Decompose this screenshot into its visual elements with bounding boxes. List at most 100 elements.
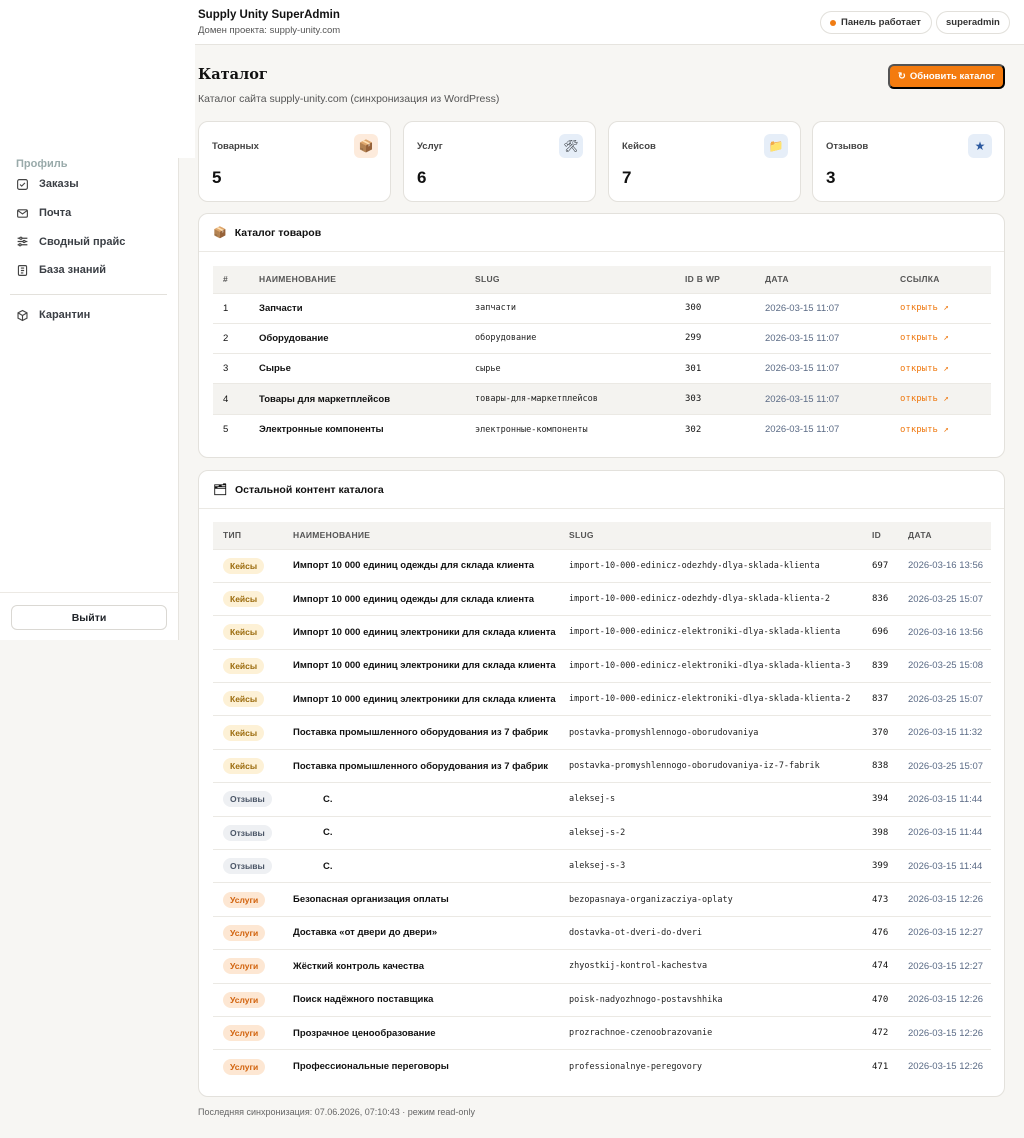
panel-header: 🗂 Остальной контент каталога	[199, 471, 1004, 509]
item-slug: postavka-promyshlennogo-oborudovaniya-iz…	[559, 748, 862, 783]
item-name: Товары для маркетплейсов	[249, 383, 465, 415]
type-badge: Кейсы	[223, 657, 265, 674]
status-badge: Панель работает	[820, 11, 932, 34]
item-name: С.	[283, 849, 559, 883]
open-link[interactable]: открыть ↗	[890, 413, 991, 445]
item-slug: import-10-000-edinicz-odezhdy-dlya-sklad…	[559, 548, 862, 583]
item-slug: prozrachnoe-czenoobrazovanie	[559, 1015, 862, 1050]
open-link[interactable]: открыть ↗	[890, 292, 991, 324]
type-cell: Услуги	[213, 949, 283, 984]
item-slug: aleksej-s-3	[559, 849, 862, 883]
table-row: 2 Оборудование оборудование 299 2026-03-15 1…	[213, 322, 991, 354]
table-row: Услуги Поиск надёжного поставщика poisk-na…	[213, 982, 991, 1017]
mail-icon	[17, 208, 28, 218]
item-name: Импорт 10 000 единиц одежды для склада к…	[283, 581, 559, 616]
table-row: Кейсы Поставка промышленного оборудования…	[213, 715, 991, 750]
column-header: ID В WP	[685, 274, 721, 285]
type-cell: Кейсы	[213, 615, 283, 650]
item-date: 2026-03-15 11:07	[755, 322, 890, 354]
type-cell: Отзывы	[213, 815, 283, 850]
logout-button[interactable]: Выйти	[11, 605, 167, 630]
table-row: Кейсы Импорт 10 000 единиц электроники дл…	[213, 682, 991, 716]
table-row: Кейсы Импорт 10 000 единиц одежды для скл…	[213, 581, 991, 616]
user-badge[interactable]: superadmin	[936, 11, 1010, 34]
open-link[interactable]: открыть ↗	[890, 383, 991, 415]
page-subtitle: Каталог сайта supply-unity.com (синхрони…	[198, 93, 500, 105]
sidebar-item-knowledge[interactable]: База знаний	[10, 256, 167, 285]
sliders-icon	[17, 236, 28, 247]
type-badge: Кейсы	[223, 691, 265, 708]
sidebar-item-profile[interactable]: Профиль	[10, 146, 167, 170]
item-slug: aleksej-s	[559, 782, 862, 817]
item-id: 696	[862, 615, 898, 650]
item-id: 476	[862, 915, 898, 950]
stat-label: Услуг	[417, 141, 443, 152]
page-title: Каталог	[198, 66, 268, 83]
item-name: Безопасная организация оплаты	[283, 882, 559, 917]
item-name: С.	[283, 815, 559, 850]
type-badge: Услуги	[223, 1025, 266, 1042]
item-date: 2026-03-15 11:44	[898, 815, 991, 850]
row-number: 5	[213, 413, 249, 445]
sidebar-divider	[10, 293, 167, 295]
tools-icon: 🛠	[559, 134, 583, 158]
type-cell: Кейсы	[213, 548, 283, 583]
sidebar-item-orders[interactable]: Заказы	[10, 170, 167, 199]
item-slug: import-10-000-edinicz-elektroniki-dlya-s…	[559, 615, 862, 650]
type-badge: Услуги	[223, 891, 266, 908]
row-number: 2	[213, 322, 249, 354]
sidebar-item-price[interactable]: Сводный прайс	[10, 227, 167, 256]
table-row: 3 Сырье сырье 301 2026-03-15 11:07 открыть ↗	[213, 353, 991, 384]
open-link[interactable]: открыть ↗	[890, 353, 991, 384]
table-row: 5 Электронные компоненты электронные-компо…	[213, 413, 991, 445]
table-row: Услуги Прозрачное ценообразование prozrach…	[213, 1015, 991, 1050]
item-name: Профессиональные переговоры	[283, 1049, 559, 1084]
item-date: 2026-03-15 11:32	[898, 715, 991, 750]
sidebar-item-quarantine[interactable]: Карантин	[10, 301, 167, 330]
item-date: 2026-03-15 11:07	[755, 292, 890, 324]
item-slug: сырье	[465, 353, 675, 384]
stat-value: 7	[622, 168, 632, 187]
item-id: 697	[862, 548, 898, 583]
folder-icon: 📁	[764, 134, 788, 158]
table-row: Услуги Доставка «от двери до двери» dostav…	[213, 915, 991, 950]
item-slug: dostavka-ot-dveri-do-dveri	[559, 915, 862, 950]
column-header: НАИМЕНОВАНИЕ	[293, 530, 371, 541]
type-cell: Кейсы	[213, 748, 283, 783]
folders-icon: 🗂	[213, 484, 227, 496]
table-row: Кейсы Импорт 10 000 единиц электроники дл…	[213, 648, 991, 683]
type-badge: Услуги	[223, 958, 266, 975]
item-slug: товары-для-маркетплейсов	[465, 383, 675, 415]
item-name: Импорт 10 000 единиц электроники для скл…	[283, 648, 559, 683]
refresh-label: Обновить каталог	[909, 71, 996, 82]
column-header: ДАТА	[908, 530, 932, 541]
type-cell: Кейсы	[213, 581, 283, 616]
table-row: Отзывы С. aleksej-s-2 398 2026-03-15 11:44	[213, 815, 991, 850]
stat-value: 3	[826, 168, 836, 187]
item-date: 2026-03-16 13:56	[898, 548, 991, 583]
item-date: 2026-03-15 11:44	[898, 849, 991, 883]
item-name: Запчасти	[249, 292, 465, 324]
item-name: Сырье	[249, 353, 465, 384]
item-id: 370	[862, 715, 898, 750]
item-date: 2026-03-15 12:26	[898, 1015, 991, 1050]
open-link[interactable]: открыть ↗	[890, 322, 991, 354]
refresh-catalog-button[interactable]: ↻ Обновить каталог	[888, 64, 1005, 89]
item-id: 471	[862, 1049, 898, 1084]
type-cell: Услуги	[213, 982, 283, 1017]
item-date: 2026-03-25 15:07	[898, 581, 991, 616]
item-wp-id: 303	[675, 383, 755, 415]
row-number: 4	[213, 383, 249, 415]
item-slug: import-10-000-edinicz-elektroniki-dlya-s…	[559, 682, 862, 716]
item-name: Электронные компоненты	[249, 413, 465, 445]
item-id: 837	[862, 682, 898, 716]
item-name: Поставка промышленного оборудования из 7…	[283, 748, 559, 783]
clipboard-check-icon	[17, 178, 28, 190]
type-cell: Отзывы	[213, 782, 283, 817]
column-header: SLUG	[569, 530, 594, 541]
item-slug: postavka-promyshlennogo-oborudovaniya	[559, 715, 862, 750]
sidebar-item-mail[interactable]: Почта	[10, 199, 167, 228]
item-slug: электронные-компоненты	[465, 413, 675, 445]
item-name: Импорт 10 000 единиц одежды для склада к…	[283, 548, 559, 583]
type-cell: Услуги	[213, 882, 283, 917]
